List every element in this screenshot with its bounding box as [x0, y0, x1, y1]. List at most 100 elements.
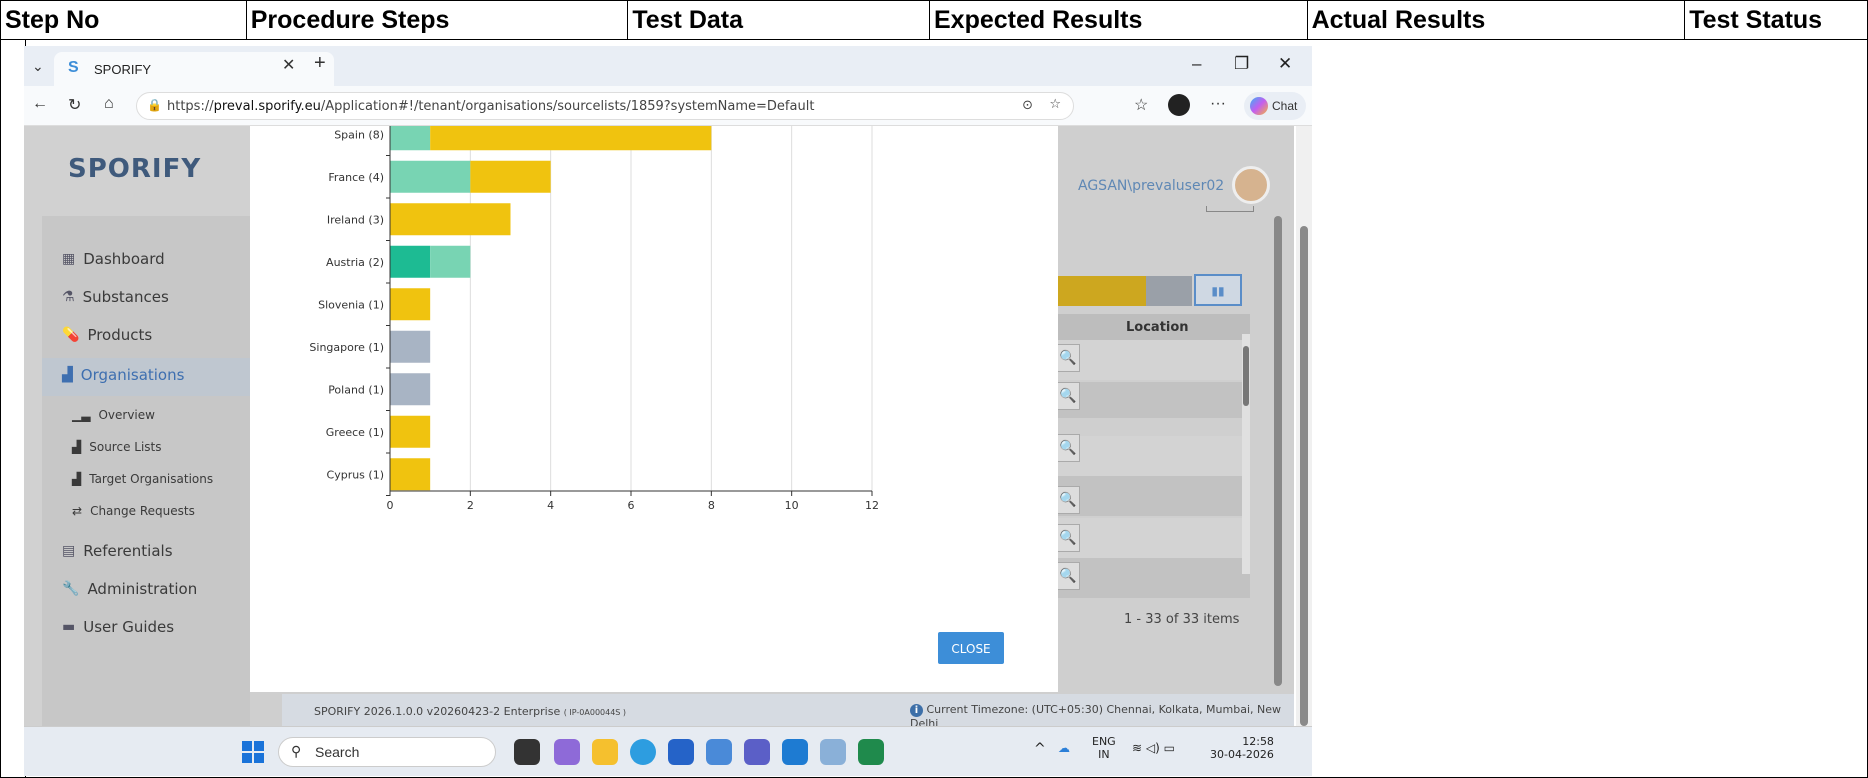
browser-tab-bar: ⌄ S SPORIFY ✕ + – ❐ ✕	[24, 46, 1312, 86]
restore-icon[interactable]: ❐	[1234, 54, 1249, 74]
url-field[interactable]: 🔒 https://preval.sporify.eu/Application#…	[136, 92, 1074, 120]
factory-icon: ▟	[72, 472, 82, 486]
bar-segment	[470, 160, 551, 193]
nav-organisations[interactable]: ▟ Organisations	[62, 366, 184, 384]
chevron-up-icon[interactable]: ^	[1034, 741, 1046, 757]
home-icon[interactable]: ⌂	[104, 95, 114, 113]
copilot-chat-button[interactable]: Chat	[1244, 92, 1306, 120]
col-test-data: Test Data	[628, 1, 930, 39]
info-icon: i	[910, 704, 923, 717]
source-list-chart: Spain (8) France (4) Ireland (3) Austria (2…	[309, 126, 879, 512]
edge-icon[interactable]	[630, 739, 656, 765]
outlook-icon[interactable]	[782, 739, 808, 765]
bar-segment	[390, 288, 431, 321]
x-tick-label: 4	[547, 499, 554, 512]
nav-target-organisations[interactable]: ▟ Target Organisations	[72, 472, 213, 486]
bar-segment	[390, 245, 431, 278]
app-scrollbar[interactable]	[1274, 216, 1282, 686]
bar-chart-icon: ▮▮	[1211, 284, 1225, 298]
close-window-icon[interactable]: ✕	[1278, 54, 1292, 74]
nav-products[interactable]: 💊 Products	[62, 326, 152, 344]
category-label: Austria (2)	[326, 256, 384, 269]
nav-label: Source Lists	[89, 440, 162, 454]
x-tick-label: 2	[467, 499, 474, 512]
grid-icon: ▦	[62, 251, 76, 267]
avatar[interactable]	[1232, 166, 1270, 204]
nav-label: Substances	[82, 288, 169, 306]
app-viewport: SPORIFY ▦ Dashboard ⚗ Substances 💊 Products…	[24, 126, 1294, 726]
search-icon[interactable]: 🔍	[1056, 434, 1080, 462]
address-bar-row: ← ↻ ⌂ 🔒 https://preval.sporify.eu/Applic…	[24, 86, 1312, 126]
col-actual-results: Actual Results	[1308, 1, 1686, 39]
region-text: IN	[1098, 748, 1110, 761]
more-icon[interactable]: ···	[1210, 95, 1226, 113]
refresh-icon[interactable]: ↻	[68, 95, 81, 115]
search-icon[interactable]: 🔍	[1056, 382, 1080, 410]
nav-user-guides[interactable]: ▬ User Guides	[62, 618, 174, 636]
minimize-icon[interactable]: –	[1192, 54, 1201, 74]
nav-overview[interactable]: ▁▃ Overview	[72, 408, 155, 422]
nav-source-lists[interactable]: ▟ Source Lists	[72, 440, 162, 454]
search-icon[interactable]: 🔍	[1056, 562, 1080, 590]
col-expected-results: Expected Results	[930, 1, 1308, 39]
windows-start-icon[interactable]	[242, 741, 264, 763]
nav-substances[interactable]: ⚗ Substances	[62, 288, 169, 306]
search-icon[interactable]: 🔍	[1056, 524, 1080, 552]
category-label: Greece (1)	[326, 426, 384, 439]
category-label: Cyprus (1)	[327, 468, 384, 481]
chat-label: Chat	[1272, 99, 1298, 113]
search-icon: ⚲	[291, 743, 302, 759]
taskbar-search[interactable]: ⚲ Search	[278, 737, 496, 767]
tab-title: SPORIFY	[94, 62, 152, 77]
page-scrollbar[interactable]	[1296, 126, 1312, 726]
chart-modal: Spain (8) France (4) Ireland (3) Austria (2…	[250, 126, 1058, 692]
nav-label: Target Organisations	[89, 472, 214, 486]
task-view-icon[interactable]	[514, 739, 540, 765]
table-row	[1056, 558, 1250, 598]
app-icon[interactable]	[706, 739, 732, 765]
nav-dashboard[interactable]: ▦ Dashboard	[62, 250, 165, 268]
nav-label: Products	[87, 326, 153, 344]
wrench-icon: 🔧	[62, 581, 80, 597]
media-icon[interactable]	[820, 739, 846, 765]
search-icon[interactable]: 🔍	[1056, 486, 1080, 514]
profile-icon[interactable]	[1168, 94, 1190, 116]
close-tab-icon[interactable]: ✕	[282, 55, 295, 75]
bar-segment	[390, 126, 431, 151]
search-icon[interactable]: 🔍	[1056, 344, 1080, 372]
table-scrollbar[interactable]	[1242, 334, 1250, 574]
wifi-icon[interactable]: ≋ ◁) ▭	[1132, 741, 1175, 755]
url-path: /Application#!/tenant/organisations/sour…	[320, 99, 815, 114]
chart-toggle-button[interactable]: ▮▮	[1194, 274, 1242, 306]
category-label: Spain (8)	[334, 128, 384, 141]
table-row	[1056, 518, 1250, 558]
new-tab-icon[interactable]: +	[314, 52, 326, 75]
store-icon[interactable]	[668, 739, 694, 765]
x-tick-label: 10	[785, 499, 799, 512]
onedrive-icon[interactable]: ☁	[1058, 741, 1070, 755]
nav-administration[interactable]: 🔧 Administration	[62, 580, 197, 598]
footer-timezone: i Current Timezone: (UTC+05:30) Chennai,…	[910, 703, 1294, 726]
language-indicator[interactable]: ENG IN	[1092, 735, 1116, 761]
username[interactable]: AGSAN\prevaluser02	[1078, 178, 1224, 194]
footer-ip: ( IP-0A00044S )	[563, 708, 627, 717]
x-tick-label: 12	[865, 499, 879, 512]
favorites-icon[interactable]: ☆	[1134, 95, 1148, 115]
teams-icon[interactable]	[744, 739, 770, 765]
tab-list-icon[interactable]: ⌄	[32, 58, 44, 75]
nav-change-requests[interactable]: ⇄ Change Requests	[72, 504, 195, 518]
clock[interactable]: 12:58 30-04-2026	[1210, 735, 1274, 761]
reader-icon[interactable]: ⊙	[1022, 98, 1033, 113]
m365-icon[interactable]	[554, 739, 580, 765]
footer-version-text: SPORIFY 2026.1.0.0 v20260423-2 Enterpris…	[314, 705, 561, 718]
url-domain: preval.sporify.eu	[213, 99, 321, 114]
close-button[interactable]: CLOSE	[938, 632, 1004, 664]
excel-icon[interactable]	[858, 739, 884, 765]
favorite-star-icon[interactable]: ☆	[1049, 97, 1061, 112]
sidebar: SPORIFY ▦ Dashboard ⚗ Substances 💊 Products…	[24, 126, 250, 726]
back-icon[interactable]: ←	[32, 95, 48, 113]
nav-referentials[interactable]: ▤ Referentials	[62, 542, 173, 560]
factory-icon: ▟	[72, 440, 82, 454]
col-procedure-steps: Procedure Steps	[247, 1, 629, 39]
file-explorer-icon[interactable]	[592, 739, 618, 765]
